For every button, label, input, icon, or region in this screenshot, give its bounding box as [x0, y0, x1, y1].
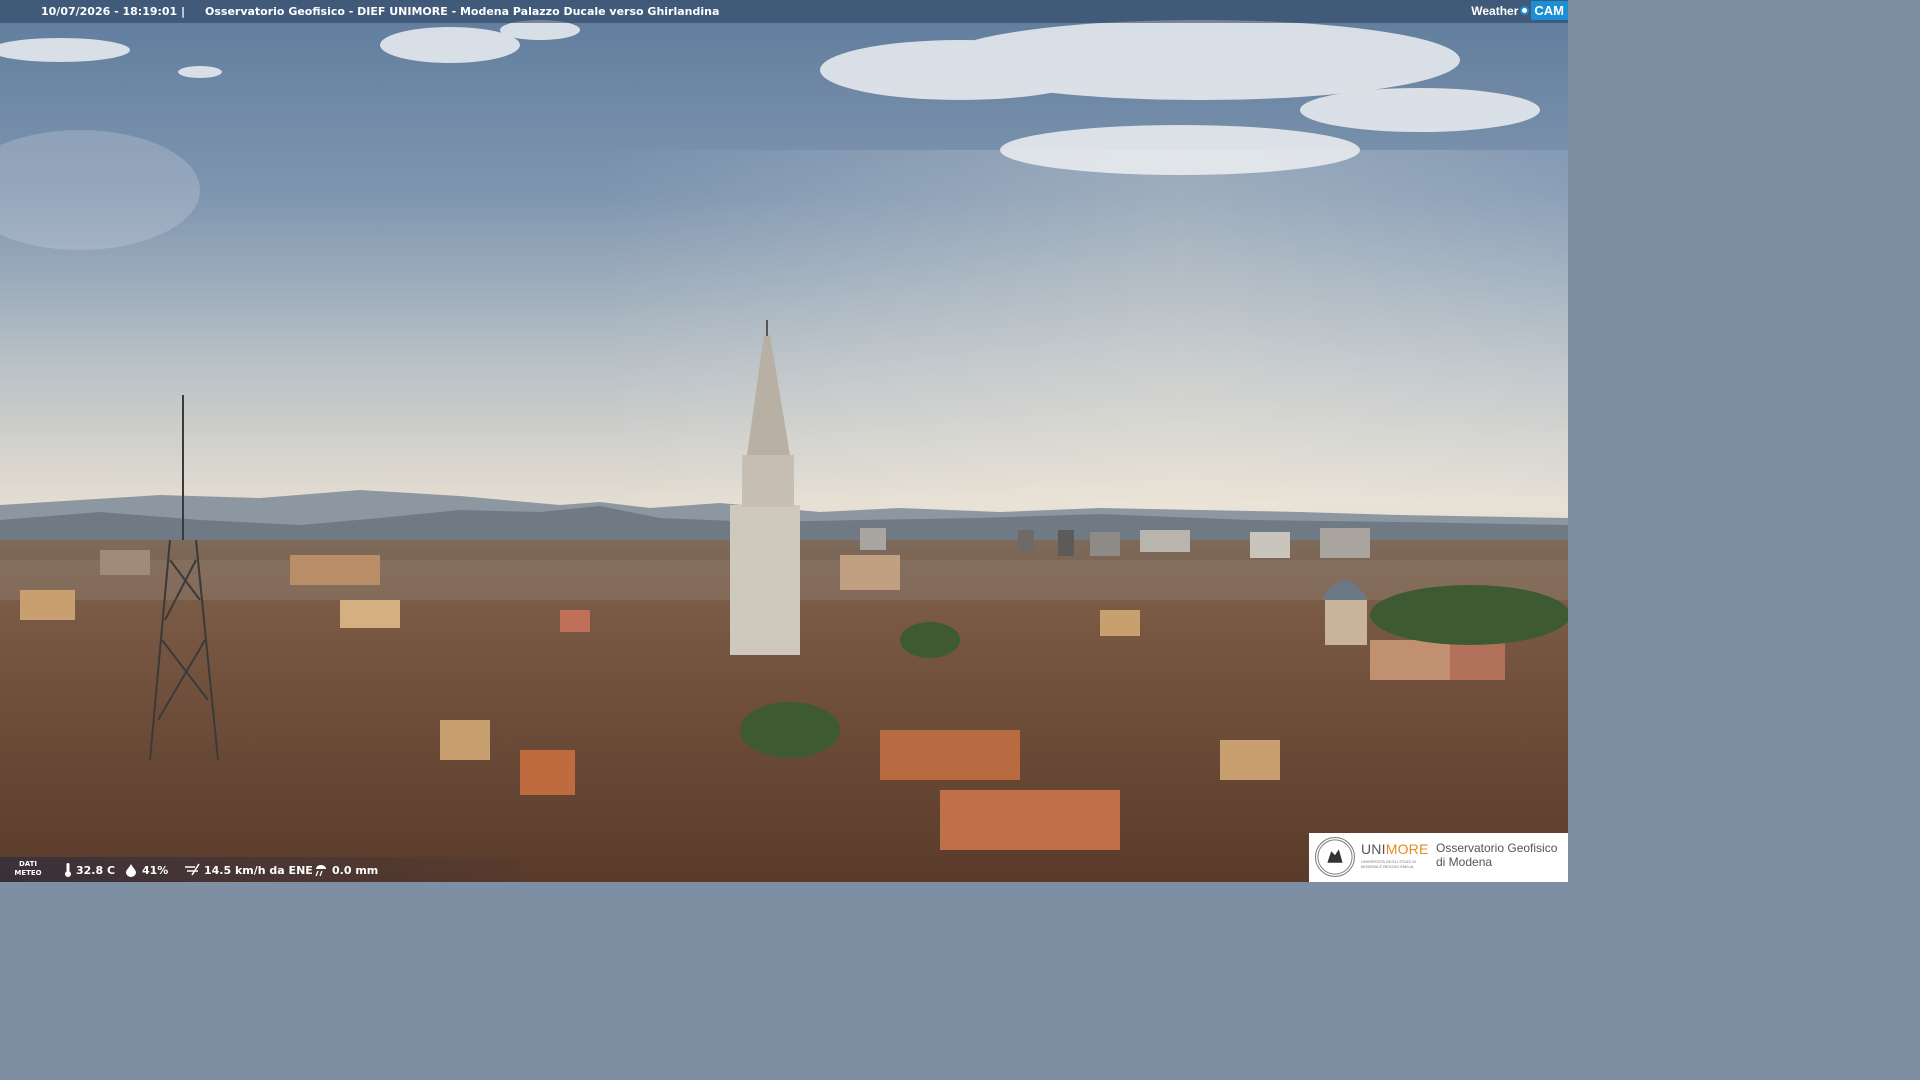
brand-more: MORE [1385, 841, 1429, 857]
camera-title: Osservatorio Geofisico - DIEF UNIMORE - … [205, 5, 720, 18]
camera-dot-icon [1520, 6, 1530, 15]
webcam-image [0, 0, 1568, 882]
temperature-value: 32.8 C [76, 863, 116, 877]
logo-cam-text: CAM [1531, 1, 1568, 20]
institution-logo-panel: UNIMORE UNIVERSITÀ DEGLI STUDI DI MODENA… [1309, 833, 1568, 882]
meteo-label-line2: METEO [14, 869, 42, 877]
weathercam-logo: Weather CAM [1471, 0, 1568, 21]
wind-reading: 14.5 km/h da ENE [184, 863, 313, 877]
wind-icon [185, 863, 200, 876]
rain-value: 0.0 mm [332, 863, 379, 877]
logo-weather-text: Weather [1471, 3, 1519, 18]
wind-value: 14.5 km/h da ENE [204, 863, 313, 877]
university-full-name: UNIVERSITÀ DEGLI STUDI DI MODENA E REGGI… [1361, 859, 1417, 869]
top-info-bar: 10/07/2026 - 18:19:01 | Osservatorio Geo… [0, 0, 1568, 23]
meteo-label-line1: DATI [18, 860, 38, 868]
temperature-reading: 32.8 C [64, 863, 115, 877]
observatory-name-line2: di Modena [1436, 855, 1493, 869]
timestamp: 10/07/2026 - 18:19:01 [41, 5, 178, 18]
rain-reading: 0.0 mm [314, 863, 378, 877]
meteo-data-bar: DATI METEO 32.8 C 41% 14.5 km/h da ENE 0… [0, 857, 520, 882]
brand-uni: UNI [1361, 841, 1386, 857]
rain-icon [315, 865, 326, 877]
thermometer-icon [65, 863, 71, 877]
university-seal-icon [1315, 837, 1355, 877]
header-separator: | [181, 5, 186, 18]
droplet-icon [126, 864, 136, 877]
unimore-wordmark: UNIMORE [1361, 841, 1429, 857]
humidity-reading: 41% [124, 863, 168, 877]
observatory-name-line1: Osservatorio Geofisico [1436, 841, 1558, 855]
humidity-value: 41% [142, 863, 169, 877]
observatory-name: Osservatorio Geofisico di Modena [1436, 841, 1557, 869]
meteo-label: DATI METEO [12, 860, 44, 878]
